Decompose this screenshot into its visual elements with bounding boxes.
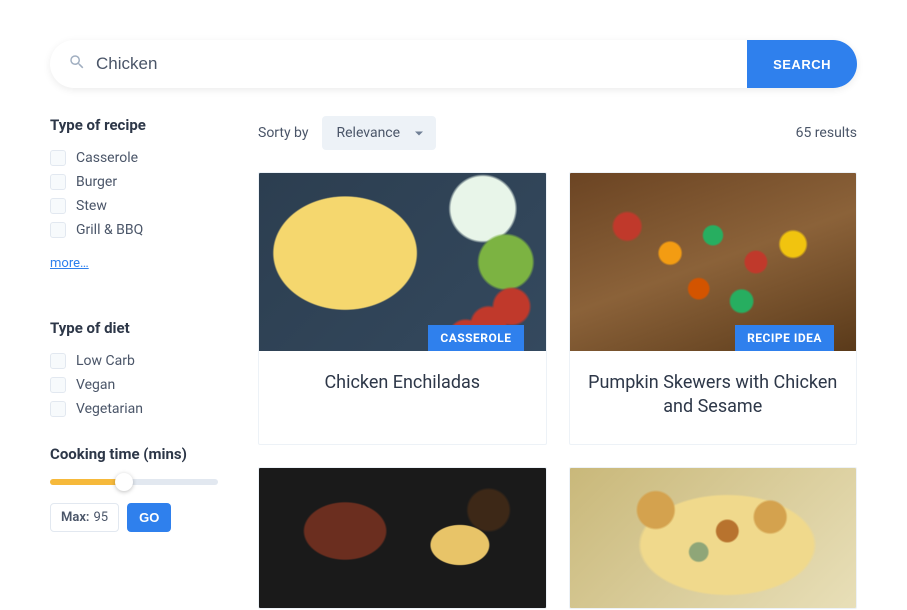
recipe-badge: RECIPE IDEA	[735, 325, 834, 351]
checkbox-icon	[50, 353, 66, 369]
search-button[interactable]: SEARCH	[747, 40, 857, 88]
filters-sidebar: Type of recipe Casserole Burger Stew	[50, 116, 218, 609]
filter-diet-type: Type of diet Low Carb Vegan Vegetarian	[50, 319, 218, 421]
sort-wrap: Sorty by Relevance	[258, 116, 436, 150]
filter-cooking-time: Cooking time (mins) Max: 95 GO	[50, 445, 218, 532]
card-grid: CASSEROLE Chicken Enchiladas RECIPE IDEA…	[258, 172, 857, 609]
filter-option-label: Vegan	[76, 377, 115, 393]
filter-option-label: Stew	[76, 198, 107, 214]
filter-heading-diet-type: Type of diet	[50, 319, 218, 337]
content-header: Sorty by Relevance 65 results	[258, 116, 857, 150]
max-label: Max:	[61, 510, 89, 525]
go-button[interactable]: GO	[127, 503, 171, 532]
filter-option-label: Grill & BBQ	[76, 222, 143, 238]
recipe-card[interactable]	[569, 467, 858, 609]
filter-option-vegan[interactable]: Vegan	[50, 373, 218, 397]
search-bar: SEARCH	[50, 40, 857, 88]
recipe-title: Chicken Enchiladas	[259, 351, 546, 419]
cooking-time-slider[interactable]	[50, 479, 218, 485]
checkbox-icon	[50, 150, 66, 166]
filter-option-burger[interactable]: Burger	[50, 170, 218, 194]
sort-label: Sorty by	[258, 125, 308, 141]
search-icon	[68, 53, 86, 75]
recipe-image	[259, 468, 546, 608]
recipe-card[interactable]: RECIPE IDEA Pumpkin Skewers with Chicken…	[569, 172, 858, 445]
filter-option-vegetarian[interactable]: Vegetarian	[50, 397, 218, 421]
search-input[interactable]	[96, 54, 729, 74]
checkbox-icon	[50, 377, 66, 393]
slider-thumb[interactable]	[115, 473, 133, 491]
slider-fill	[50, 479, 124, 485]
filter-recipe-type: Type of recipe Casserole Burger Stew	[50, 116, 218, 295]
sort-select[interactable]: Relevance	[322, 116, 436, 150]
filter-heading-cooking-time: Cooking time (mins)	[50, 445, 218, 463]
checkbox-icon	[50, 222, 66, 238]
checkbox-icon	[50, 174, 66, 190]
recipe-image: CASSEROLE	[259, 173, 546, 351]
max-input[interactable]: Max: 95	[50, 503, 119, 532]
search-input-wrap	[50, 40, 747, 88]
filter-option-label: Casserole	[76, 150, 138, 166]
sort-value: Relevance	[336, 125, 400, 141]
filter-option-casserole[interactable]: Casserole	[50, 146, 218, 170]
filter-option-label: Vegetarian	[76, 401, 143, 417]
checkbox-icon	[50, 198, 66, 214]
filter-option-label: Burger	[76, 174, 117, 190]
recipe-title: Pumpkin Skewers with Chicken and Sesame	[570, 351, 857, 444]
results-content: Sorty by Relevance 65 results CAS	[258, 116, 857, 609]
recipe-card[interactable]: CASSEROLE Chicken Enchiladas	[258, 172, 547, 445]
filter-option-grill-bbq[interactable]: Grill & BBQ	[50, 218, 218, 242]
filter-heading-recipe-type: Type of recipe	[50, 116, 218, 134]
recipe-image	[570, 468, 857, 608]
results-count: 65 results	[796, 125, 857, 141]
recipe-badge: CASSEROLE	[428, 325, 523, 351]
filter-option-label: Low Carb	[76, 353, 135, 369]
filter-option-low-carb[interactable]: Low Carb	[50, 349, 218, 373]
checkbox-icon	[50, 401, 66, 417]
recipe-image: RECIPE IDEA	[570, 173, 857, 351]
more-link[interactable]: more…	[50, 256, 89, 271]
recipe-card[interactable]	[258, 467, 547, 609]
max-value: 95	[93, 510, 108, 525]
filter-option-stew[interactable]: Stew	[50, 194, 218, 218]
